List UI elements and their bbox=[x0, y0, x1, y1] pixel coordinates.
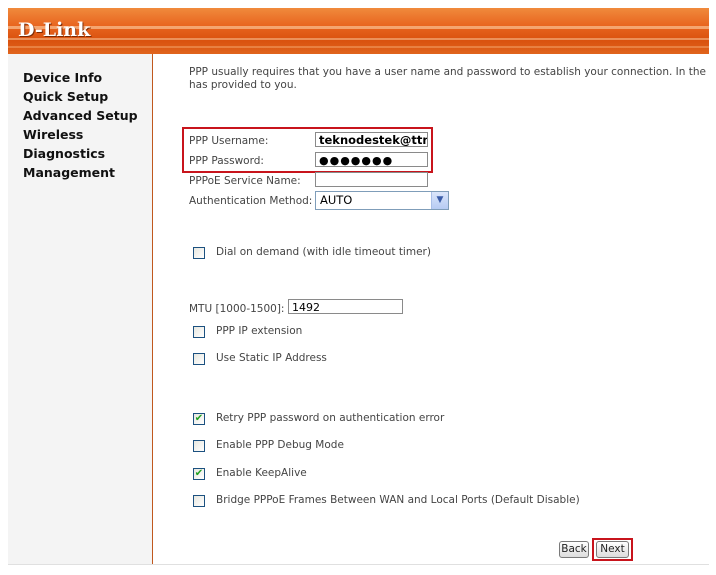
ppp-ip-extension-label: PPP IP extension bbox=[216, 325, 303, 337]
header-stripe bbox=[8, 26, 709, 29]
intro-line-2: has provided to you. bbox=[189, 79, 297, 91]
sidebar-nav: Device Info Quick Setup Advanced Setup W… bbox=[23, 68, 138, 182]
intro-text: PPP usually requires that you have a use… bbox=[189, 66, 709, 92]
dial-on-demand-checkbox[interactable] bbox=[193, 247, 205, 259]
auth-method-select[interactable]: AUTO ▼ bbox=[315, 191, 449, 210]
chevron-down-icon[interactable]: ▼ bbox=[431, 192, 448, 209]
debug-mode-label: Enable PPP Debug Mode bbox=[216, 439, 344, 451]
main-content: PPP usually requires that you have a use… bbox=[153, 54, 709, 564]
next-button[interactable]: Next bbox=[596, 541, 629, 558]
sidebar-item-quick-setup[interactable]: Quick Setup bbox=[23, 87, 138, 106]
password-field[interactable]: ●●●●●●● bbox=[315, 152, 428, 167]
sidebar-item-diagnostics[interactable]: Diagnostics bbox=[23, 144, 138, 163]
mtu-field[interactable]: 1492 bbox=[288, 299, 403, 314]
static-ip-checkbox[interactable] bbox=[193, 353, 205, 365]
sidebar-item-wireless[interactable]: Wireless bbox=[23, 125, 138, 144]
retry-password-checkbox[interactable]: ✔ bbox=[193, 413, 205, 425]
auth-method-value: AUTO bbox=[320, 193, 353, 207]
keepalive-label: Enable KeepAlive bbox=[216, 467, 307, 479]
static-ip-label: Use Static IP Address bbox=[216, 352, 327, 364]
debug-mode-checkbox[interactable] bbox=[193, 440, 205, 452]
dial-on-demand-label: Dial on demand (with idle timeout timer) bbox=[216, 246, 431, 258]
top-strip bbox=[0, 0, 716, 6]
back-button[interactable]: Back bbox=[559, 541, 589, 558]
bridge-pppoe-checkbox[interactable] bbox=[193, 495, 205, 507]
retry-password-label: Retry PPP password on authentication err… bbox=[216, 412, 445, 424]
password-label: PPP Password: bbox=[189, 155, 264, 167]
footer-divider bbox=[8, 564, 709, 565]
bridge-pppoe-label: Bridge PPPoE Frames Between WAN and Loca… bbox=[216, 494, 580, 506]
keepalive-checkbox[interactable]: ✔ bbox=[193, 468, 205, 480]
sidebar-item-management[interactable]: Management bbox=[23, 163, 138, 182]
intro-line-1: PPP usually requires that you have a use… bbox=[189, 66, 709, 78]
header-stripe bbox=[8, 38, 709, 40]
service-name-label: PPPoE Service Name: bbox=[189, 175, 301, 187]
sidebar: Device Info Quick Setup Advanced Setup W… bbox=[8, 54, 153, 564]
username-label: PPP Username: bbox=[189, 135, 269, 147]
sidebar-item-advanced-setup[interactable]: Advanced Setup bbox=[23, 106, 138, 125]
username-field[interactable]: teknodestek@ttnet bbox=[315, 132, 428, 147]
ppp-ip-extension-checkbox[interactable] bbox=[193, 326, 205, 338]
header-banner: D-Link bbox=[8, 8, 709, 54]
header-stripe bbox=[8, 46, 709, 48]
service-name-field[interactable] bbox=[315, 172, 428, 187]
sidebar-item-device-info[interactable]: Device Info bbox=[23, 68, 138, 87]
mtu-label: MTU [1000-1500]: bbox=[189, 303, 285, 315]
auth-method-label: Authentication Method: bbox=[189, 195, 313, 207]
dlink-logo: D-Link bbox=[18, 19, 91, 41]
